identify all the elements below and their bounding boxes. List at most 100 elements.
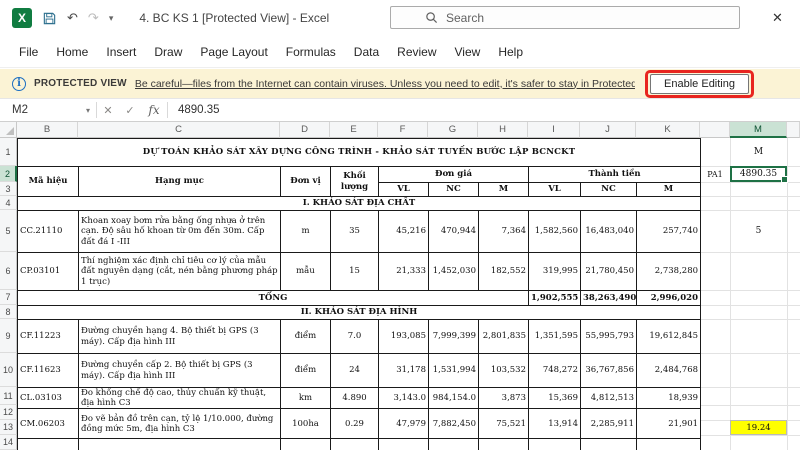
amount-cell[interactable]: 1,582,560	[528, 210, 581, 253]
qty-cell[interactable]: 15	[330, 252, 379, 291]
header-cell[interactable]: Đơn vị	[280, 166, 331, 197]
row-header-13[interactable]: 13	[0, 420, 17, 435]
amount-cell[interactable]: 55,995,793	[580, 319, 637, 354]
empty-cell[interactable]	[580, 438, 637, 450]
amount-cell[interactable]: 103,532	[478, 353, 529, 388]
header-cell[interactable]: NC	[428, 182, 479, 197]
cell-M5[interactable]: 5	[730, 210, 787, 252]
tab-view[interactable]: View	[446, 36, 490, 68]
amount-cell[interactable]: 18,939	[635, 386, 702, 410]
enable-editing-button[interactable]: Enable Editing	[650, 73, 749, 94]
row-header-3[interactable]: 3	[0, 182, 17, 196]
amount-cell[interactable]: 47,979	[378, 408, 429, 440]
col-header-h[interactable]: H	[478, 122, 528, 138]
item-code-cell[interactable]: CC.21110	[17, 210, 79, 253]
amount-cell[interactable]: 19,612,845	[635, 319, 702, 354]
amount-cell[interactable]: 257,740	[635, 210, 702, 253]
selected-cell-M2[interactable]: 4890.35	[730, 166, 788, 183]
row-header-2[interactable]: 2	[0, 166, 17, 182]
header-cell[interactable]: M	[635, 182, 702, 197]
amount-cell[interactable]: 15,369	[528, 386, 581, 410]
amount-cell[interactable]: 7,999,399	[428, 319, 479, 354]
cancel-icon[interactable]: ✕	[97, 104, 119, 117]
amount-cell[interactable]: 193,085	[378, 319, 429, 354]
amount-cell[interactable]: 31,178	[378, 353, 429, 388]
tab-help[interactable]: Help	[489, 36, 532, 68]
unit-cell[interactable]: điểm	[280, 319, 331, 354]
tab-page-layout[interactable]: Page Layout	[191, 36, 276, 68]
col-header-k[interactable]: K	[636, 122, 700, 138]
item-desc-cell[interactable]: Đường chuyền cấp 2. Bộ thiết bị GPS (3 m…	[78, 353, 281, 388]
total-label-cell[interactable]: TỔNG	[17, 290, 529, 306]
excel-app-icon[interactable]: X	[12, 8, 32, 28]
tab-draw[interactable]: Draw	[145, 36, 191, 68]
tab-file[interactable]: File	[10, 36, 47, 68]
empty-cell[interactable]	[528, 438, 581, 450]
highlighted-cell-M13[interactable]: 19.24	[730, 420, 787, 435]
unit-cell[interactable]: điểm	[280, 353, 331, 388]
row-header-12[interactable]: 12	[0, 405, 17, 420]
amount-cell[interactable]: 21,333	[378, 252, 429, 291]
total-amount-cell[interactable]: 38,263,490	[580, 290, 637, 306]
col-header-l[interactable]	[700, 122, 730, 138]
close-button[interactable]: ✕	[755, 0, 800, 36]
item-desc-cell[interactable]: Thí nghiệm xác định chỉ tiêu cơ lý của m…	[78, 252, 281, 291]
col-header-g[interactable]: G	[428, 122, 478, 138]
enter-icon[interactable]: ✓	[119, 104, 141, 117]
formula-input[interactable]: 4890.35	[168, 104, 800, 116]
tab-formulas[interactable]: Formulas	[277, 36, 345, 68]
qty-cell[interactable]: 7.0	[330, 319, 379, 354]
item-desc-cell[interactable]: Đo khống chế độ cao, thủy chuẩn kỹ thuật…	[78, 386, 281, 410]
header-cell[interactable]: Thành tiền	[527, 166, 702, 183]
amount-cell[interactable]: 748,272	[528, 353, 581, 388]
empty-cell[interactable]	[330, 438, 379, 450]
sheet-title-cell[interactable]: DỰ TOÁN KHẢO SÁT XÂY DỰNG CÔNG TRÌNH - K…	[16, 138, 702, 167]
qty-cell[interactable]: 24	[330, 353, 379, 388]
name-box[interactable]: M2 ▾	[0, 99, 96, 121]
section-cell[interactable]: I. KHẢO SÁT ĐỊA CHẤT	[16, 196, 702, 211]
select-all-corner[interactable]	[0, 122, 17, 138]
header-cell[interactable]: NC	[580, 182, 637, 197]
amount-cell[interactable]: 21,901	[635, 408, 702, 440]
item-code-cell[interactable]: CF.11223	[17, 319, 79, 354]
search-box[interactable]: Search	[390, 6, 740, 29]
item-code-cell[interactable]: CM.06203	[17, 408, 79, 440]
item-desc-cell[interactable]: Khoan xoay bơm rửa bằng ống nhựa ở trên …	[78, 210, 281, 253]
item-desc-cell[interactable]: Đường chuyền hạng 4. Bộ thiết bị GPS (3 …	[78, 319, 281, 354]
name-box-caret-icon[interactable]: ▾	[86, 106, 90, 115]
row-header-1[interactable]: 1	[0, 138, 17, 166]
undo-icon[interactable]: ↶	[67, 10, 78, 26]
empty-cell[interactable]	[478, 438, 529, 450]
tab-home[interactable]: Home	[47, 36, 97, 68]
col-header-e[interactable]: E	[330, 122, 378, 138]
col-header-next[interactable]	[787, 122, 800, 138]
row-header-7[interactable]: 7	[0, 290, 17, 305]
empty-cell[interactable]	[78, 438, 281, 450]
item-code-cell[interactable]: CF.11623	[17, 353, 79, 388]
amount-cell[interactable]: 7,364	[478, 210, 529, 253]
unit-cell[interactable]: m	[280, 210, 331, 253]
amount-cell[interactable]: 2,738,280	[635, 252, 702, 291]
header-cell[interactable]: Khối lượng	[330, 166, 379, 197]
col-header-j[interactable]: J	[580, 122, 636, 138]
header-cell[interactable]: Đơn giá	[378, 166, 529, 183]
amount-cell[interactable]: 470,944	[428, 210, 479, 253]
amount-cell[interactable]: 319,995	[528, 252, 581, 291]
row-header-6[interactable]: 6	[0, 252, 17, 290]
cell-L2[interactable]: PA1	[700, 166, 730, 182]
col-header-b[interactable]: B	[17, 122, 78, 138]
row-header-11[interactable]: 11	[0, 387, 17, 405]
insert-function-icon[interactable]: fx	[141, 103, 167, 117]
header-cell[interactable]: VL	[378, 182, 429, 197]
qty-cell[interactable]: 35	[330, 210, 379, 253]
item-desc-cell[interactable]: Đo vẽ bản đồ trên cạn, tỷ lệ 1/10.000, đ…	[78, 408, 281, 440]
amount-cell[interactable]: 45,216	[378, 210, 429, 253]
amount-cell[interactable]: 75,521	[478, 408, 529, 440]
amount-cell[interactable]: 984,154.0	[428, 386, 479, 410]
tab-data[interactable]: Data	[345, 36, 388, 68]
col-header-d[interactable]: D	[280, 122, 330, 138]
item-code-cell[interactable]: CL.03103	[17, 386, 79, 410]
amount-cell[interactable]: 1,452,030	[428, 252, 479, 291]
amount-cell[interactable]: 3,873	[478, 386, 529, 410]
row-header-5[interactable]: 5	[0, 210, 17, 252]
